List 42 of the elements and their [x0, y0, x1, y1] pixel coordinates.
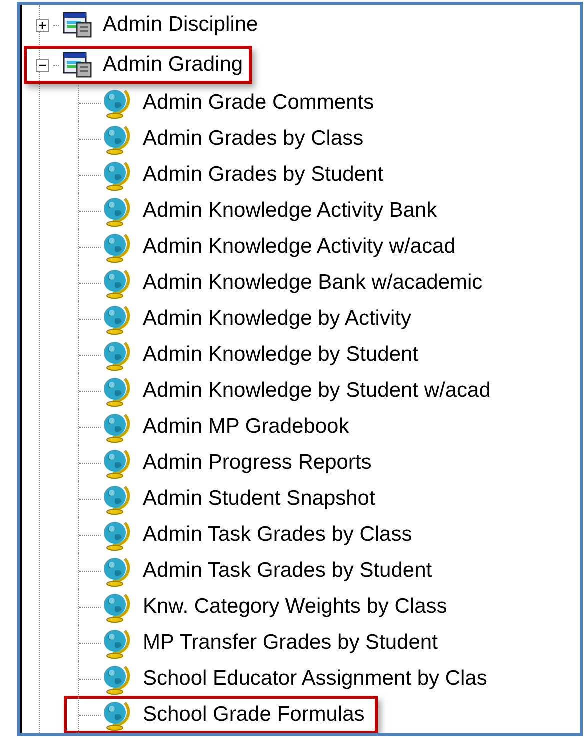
- globe-icon: [101, 339, 131, 371]
- globe-icon: [101, 447, 131, 479]
- tree-item[interactable]: Admin Grading: [24, 46, 252, 84]
- tree-item[interactable]: School Grade Formulas: [64, 696, 378, 733]
- globe-icon: [101, 699, 131, 731]
- tree-item[interactable]: Admin Grades by Class: [64, 120, 377, 158]
- globe-icon: [101, 483, 131, 515]
- tree-item[interactable]: Admin Knowledge Activity Bank: [64, 192, 450, 230]
- tree-item[interactable]: School Educator Assignment by Clas: [64, 660, 500, 698]
- globe-icon: [101, 159, 131, 191]
- globe-icon: [101, 627, 131, 659]
- globe-icon: [101, 87, 131, 119]
- tree-item[interactable]: Admin Grades by Student: [64, 156, 396, 194]
- globe-icon: [101, 303, 131, 335]
- tree-item[interactable]: Admin Progress Reports: [64, 444, 385, 482]
- tree-item[interactable]: Admin Knowledge Activity w/acad: [64, 228, 469, 266]
- collapse-icon[interactable]: [36, 58, 49, 72]
- tree-item[interactable]: Knw. Category Weights by Class: [64, 588, 460, 626]
- tree-item[interactable]: Admin Task Grades by Class: [64, 516, 426, 554]
- report-icon: [63, 51, 93, 79]
- globe-icon: [101, 195, 131, 227]
- expand-icon[interactable]: [36, 18, 49, 32]
- globe-icon: [101, 591, 131, 623]
- report-icon: [63, 11, 93, 39]
- globe-icon: [101, 231, 131, 263]
- tree-item[interactable]: Admin Grade Comments: [64, 84, 388, 122]
- tree-item[interactable]: Admin Knowledge by Student w/acad: [64, 372, 504, 410]
- globe-icon: [101, 375, 131, 407]
- globe-icon: [101, 663, 131, 695]
- tree-item[interactable]: Admin Discipline: [24, 6, 268, 44]
- tree-item[interactable]: Admin Student Snapshot: [64, 480, 388, 518]
- tree-item[interactable]: Admin Knowledge Bank w/academic: [64, 264, 496, 302]
- tree-item[interactable]: Admin Knowledge by Activity: [64, 300, 424, 338]
- globe-icon: [101, 555, 131, 587]
- tree-item[interactable]: Admin Task Grades by Student: [64, 552, 446, 590]
- tree-item[interactable]: MP Transfer Grades by Student: [64, 624, 451, 662]
- tree-item[interactable]: Admin MP Gradebook: [64, 408, 362, 446]
- globe-icon: [101, 123, 131, 155]
- globe-icon: [101, 267, 131, 299]
- globe-icon: [101, 519, 131, 551]
- tree-item[interactable]: Admin Knowledge by Student: [64, 336, 432, 374]
- globe-icon: [101, 411, 131, 443]
